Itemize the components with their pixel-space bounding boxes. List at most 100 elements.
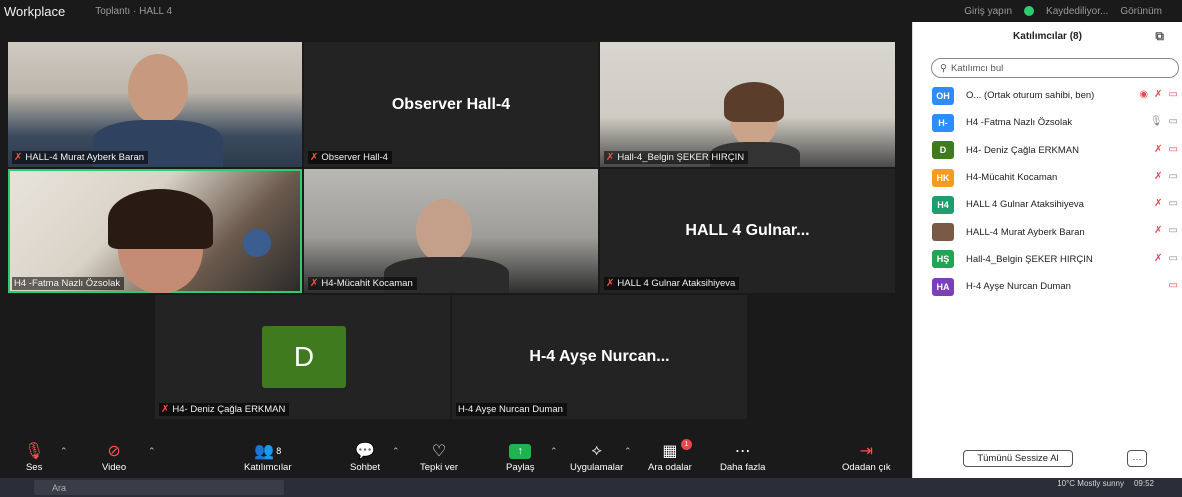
- camera-off-icon: ⊘: [107, 443, 121, 460]
- video-tile-observer[interactable]: Observer Hall-4 ✗ Observer Hall-4: [304, 42, 598, 167]
- app-name: Workplace: [4, 3, 66, 19]
- participant-hair: [108, 189, 213, 249]
- camera-off-icon: ▭: [1168, 143, 1178, 155]
- mic-muted-icon: ✗: [1154, 198, 1163, 210]
- avatar: H4: [932, 195, 954, 214]
- search-icon: ⚲: [940, 62, 947, 74]
- camera-icon: ▭: [1168, 170, 1178, 182]
- tile-name-label: H4 -Fatma Nazlı Özsolak: [12, 277, 125, 290]
- weather-status[interactable]: 10°C Mostly sunny: [1057, 479, 1124, 488]
- view-button[interactable]: Görünüm: [1120, 6, 1162, 17]
- reactions-button[interactable]: ♡ Tepki ver: [420, 440, 458, 473]
- video-tile-ayse[interactable]: H-4 Ayşe Nurcan... H-4 Ayşe Nurcan Duman: [452, 295, 747, 419]
- tile-name-label: ✗ HALL 4 Gulnar Ataksihiyeva: [604, 277, 740, 290]
- chevron-up-icon[interactable]: ⌃: [60, 446, 68, 457]
- taskbar-search-input[interactable]: Ara: [34, 480, 284, 495]
- list-item[interactable]: D H4- Deniz Çağla ERKMAN ✗ ▭: [913, 137, 1182, 164]
- camera-icon: ▭: [1168, 116, 1178, 128]
- heart-icon: ♡: [431, 443, 447, 460]
- chevron-up-icon[interactable]: ⌃: [550, 446, 558, 457]
- mic-muted-icon: ✗: [14, 152, 23, 163]
- tile-center-name: Observer Hall-4: [391, 95, 511, 113]
- video-tile-murat[interactable]: ✗ HALL-4 Murat Ayberk Baran: [8, 42, 302, 167]
- camera-icon: ▭: [1168, 198, 1178, 210]
- tile-name-label: ✗ HALL-4 Murat Ayberk Baran: [12, 151, 149, 164]
- meeting-title: Toplantı · HALL 4: [95, 5, 173, 17]
- apps-icon: ⟡: [591, 442, 602, 459]
- window-titlebar: Workplace Toplantı · HALL 4 Giriş yapın …: [0, 0, 1182, 22]
- mic-muted-icon: ✗: [606, 152, 615, 163]
- avatar: H-: [932, 113, 954, 132]
- mute-all-button[interactable]: Tümünü Sessize Al: [963, 450, 1073, 467]
- chat-icon: 💬: [355, 443, 376, 460]
- chat-button[interactable]: 💬 Sohbet: [350, 440, 380, 473]
- camera-icon: ▭: [1168, 225, 1178, 237]
- tile-center-name: HALL 4 Gulnar...: [685, 222, 810, 239]
- participants-icon: 👥 8: [254, 443, 282, 460]
- mic-muted-icon: ✗: [310, 152, 319, 163]
- video-button[interactable]: ⊘ Video: [102, 440, 126, 473]
- avatar: HK: [932, 168, 954, 187]
- list-item[interactable]: H4 HALL 4 Gulnar Ataksihiyeva ✗ ▭: [913, 191, 1182, 218]
- mic-muted-icon: ✗: [1154, 225, 1163, 237]
- avatar: HŞ: [932, 250, 954, 269]
- system-tray: 10°C Mostly sunny 09:52: [1057, 479, 1154, 488]
- wall-plate: [243, 229, 271, 257]
- os-taskbar: Ara 10°C Mostly sunny 09:52: [0, 478, 1182, 497]
- video-gallery: ✗ HALL-4 Murat Ayberk Baran Observer Hall…: [0, 22, 912, 438]
- mic-muted-icon: ✗: [1154, 143, 1163, 155]
- clock[interactable]: 09:52: [1134, 479, 1154, 488]
- participants-panel: Katılımcılar (8) ⧉ ⚲ Katılımcı bul OH O.…: [912, 22, 1182, 478]
- panel-header: Katılımcılar (8) ⧉: [913, 22, 1182, 50]
- breakout-badge: 1: [681, 439, 692, 450]
- door-exit-icon: ⇥: [859, 443, 873, 460]
- sign-in-link[interactable]: Giriş yapın: [964, 6, 1012, 17]
- panel-title: Katılımcılar (8): [1013, 30, 1082, 42]
- apps-button[interactable]: ⟡ Uygulamalar: [570, 440, 623, 473]
- tile-center-name: H-4 Ayşe Nurcan...: [529, 348, 670, 365]
- participants-count: 8: [276, 446, 282, 456]
- video-tile-belgin[interactable]: ✗ Hall-4_Belgin ŞEKER HIRÇIN: [600, 42, 895, 167]
- breakout-grid-icon: ▦: [662, 443, 678, 460]
- mic-muted-icon: ✗: [310, 278, 319, 289]
- video-tile-fatma[interactable]: H4 -Fatma Nazlı Özsolak: [8, 169, 302, 293]
- avatar: OH: [932, 86, 954, 105]
- mic-muted-icon: ✗: [1154, 170, 1163, 182]
- video-tile-gulnar[interactable]: HALL 4 Gulnar... ✗ HALL 4 Gulnar Ataksihi…: [600, 169, 895, 293]
- list-item[interactable]: OH O... (Ortak oturum sahibi, ben) ◉ ✗ ▭: [913, 82, 1182, 109]
- tile-name-label: ✗ Hall-4_Belgin ŞEKER HIRÇIN: [604, 151, 749, 164]
- chevron-up-icon[interactable]: ⌃: [392, 446, 400, 457]
- camera-off-icon: ▭: [1168, 280, 1178, 292]
- video-tile-mucahit[interactable]: ✗ H4-Mücahit Kocaman: [304, 169, 598, 293]
- camera-off-icon: ▭: [1168, 89, 1178, 100]
- panel-footer: Tümünü Sessize Al ···: [913, 450, 1182, 470]
- share-button[interactable]: ↑ Paylaş: [506, 440, 535, 473]
- avatar: D: [932, 141, 954, 160]
- meeting-toolbar: 🎙 Ses ⌃ ⊘ Video ⌃ 👥 8 Katılımcılar 💬 Sohb…: [0, 438, 912, 478]
- avatar: [932, 223, 954, 242]
- list-item[interactable]: HŞ Hall-4_Belgin ŞEKER HIRÇIN ✗ ▭: [913, 246, 1182, 273]
- participant-search-input[interactable]: ⚲ Katılımcı bul: [931, 58, 1179, 78]
- popout-icon[interactable]: ⧉: [1155, 29, 1164, 44]
- list-item[interactable]: H- H4 -Fatma Nazlı Özsolak 🎙 ▭: [913, 109, 1182, 136]
- participant-hair: [724, 82, 784, 122]
- share-arrow-icon: ↑: [509, 443, 532, 459]
- ellipsis-icon: ⋯: [734, 443, 751, 460]
- leave-button[interactable]: ⇥ Odadan çık: [842, 440, 891, 473]
- list-item[interactable]: HK H4-Mücahit Kocaman ✗ ▭: [913, 164, 1182, 191]
- list-item[interactable]: HA H-4 Ayşe Nurcan Duman ▭: [913, 273, 1182, 300]
- camera-icon: ▭: [1168, 252, 1178, 264]
- tile-name-label: H-4 Ayşe Nurcan Duman: [456, 403, 567, 416]
- recording-status[interactable]: Kaydediliyor...: [1046, 6, 1108, 17]
- chevron-up-icon[interactable]: ⌃: [148, 446, 156, 457]
- participants-button[interactable]: 👥 8 Katılımcılar: [244, 440, 292, 473]
- mic-muted-icon: ✗: [1154, 252, 1163, 264]
- more-options-button[interactable]: ···: [1127, 450, 1147, 467]
- mic-icon: 🎙: [1149, 116, 1163, 128]
- more-button[interactable]: ⋯ Daha fazla: [720, 440, 765, 473]
- participant-face: [416, 199, 472, 263]
- audio-button[interactable]: 🎙 Ses: [24, 440, 44, 473]
- shield-icon[interactable]: [1024, 6, 1035, 16]
- list-item[interactable]: HALL-4 Murat Ayberk Baran ✗ ▭: [913, 218, 1182, 245]
- chevron-up-icon[interactable]: ⌃: [624, 446, 632, 457]
